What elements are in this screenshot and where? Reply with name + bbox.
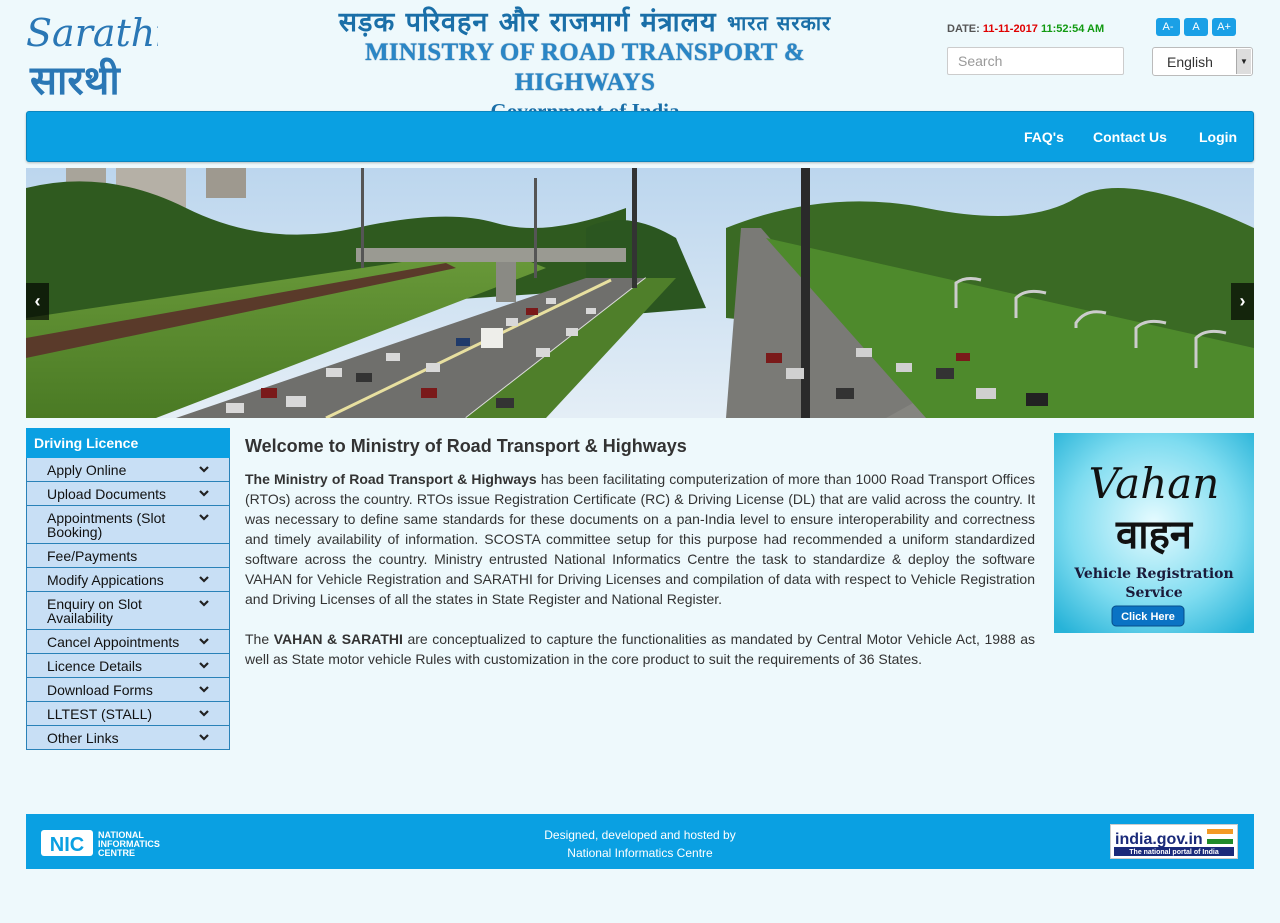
sidebar-item-label: Modify Appications — [47, 572, 164, 588]
sidebar-item[interactable]: LLTEST (STALL) — [26, 702, 230, 726]
nav-contact-us[interactable]: Contact Us — [1093, 129, 1167, 145]
chevron-down-icon — [199, 514, 209, 521]
footer-line-2: National Informatics Centre — [567, 846, 713, 860]
ministry-title-block: सड़क परिवहन और राजमार्ग मंत्रालय भारत सर… — [300, 7, 870, 124]
sidebar-item[interactable]: Licence Details — [26, 654, 230, 678]
search-input[interactable] — [947, 47, 1124, 75]
sidebar-item-label: Cancel Appointments — [47, 634, 180, 650]
svg-text:The national portal of India: The national portal of India — [1129, 849, 1219, 856]
footer: NIC NATIONAL INFORMATICS CENTRE Designed… — [26, 814, 1254, 869]
intro-bold: The Ministry of Road Transport & Highway… — [245, 471, 537, 487]
sidebar-item-label: LLTEST (STALL) — [47, 706, 153, 722]
intro-text: has been facilitating computerization of… — [245, 471, 1036, 607]
vahan-banner[interactable]: Vahan वाहन Vehicle Registration Service … — [1054, 433, 1254, 633]
sidebar-item[interactable]: Fee/Payments — [26, 544, 230, 568]
date-label: DATE: — [947, 23, 980, 35]
govt-hindi: भारत सरकार — [727, 11, 832, 35]
chevron-down-icon — [199, 686, 209, 693]
logo-text-en: Sarathi — [26, 11, 158, 55]
vahan-title-en: Vahan — [1089, 459, 1220, 508]
chevron-down-icon — [199, 710, 209, 717]
carousel-prev-button[interactable]: ‹ — [26, 283, 49, 320]
vahan-sarathi-bold: VAHAN & SARATHI — [273, 631, 403, 647]
sidebar-item[interactable]: Other Links — [26, 726, 230, 750]
vahan-title-hi: वाहन — [1115, 512, 1194, 558]
sidebar-item[interactable]: Cancel Appointments — [26, 630, 230, 654]
main-navbar: FAQ's Contact Us Login — [26, 111, 1254, 162]
sidebar-item-label: Upload Documents — [47, 486, 167, 502]
india-gov-logo[interactable]: india.gov.in The national portal of Indi… — [1110, 824, 1238, 859]
vahan-subtitle-2: Service — [1125, 585, 1182, 601]
ministry-english-title: MINISTRY OF ROAD TRANSPORT & HIGHWAYS — [364, 39, 806, 96]
sidebar-item-label: Licence Details — [47, 658, 142, 674]
sidebar-item[interactable]: Modify Appications — [26, 568, 230, 592]
page-title: Welcome to Ministry of Road Transport & … — [245, 436, 687, 456]
vahan-sarathi-paragraph: The VAHAN & SARATHI are conceptualized t… — [245, 631, 1035, 667]
chevron-down-icon — [199, 576, 209, 583]
highway-carousel: ‹ › — [26, 168, 1254, 418]
driving-licence-sidebar: Driving Licence Apply Online Upload Docum… — [26, 428, 230, 750]
chevron-down-icon — [199, 490, 209, 497]
time-value: 11:52:54 AM — [1040, 23, 1105, 35]
sidebar-item[interactable]: Apply Online — [26, 458, 230, 482]
font-increase-button[interactable]: A+ — [1212, 18, 1236, 36]
chevron-down-icon — [199, 466, 209, 473]
sidebar-item-label: Enquiry on Slot Availability — [47, 596, 142, 626]
sidebar-item-label: Fee/Payments — [47, 548, 138, 564]
sidebar-heading: Driving Licence — [26, 428, 230, 458]
nav-faq[interactable]: FAQ's — [1024, 129, 1064, 145]
sidebar-item[interactable]: Upload Documents — [26, 482, 230, 506]
logo-text-hi: सारथी — [29, 57, 121, 100]
footer-credit: Designed, developed and hosted by Nation… — [26, 826, 1254, 862]
sidebar-item-label: Appointments (Slot Booking) — [47, 510, 166, 540]
dropdown-arrow-icon: ▼ — [1236, 49, 1251, 74]
date-time: DATE: 11-11-2017 11:52:54 AM — [947, 23, 1104, 35]
ministry-hindi-title: सड़क परिवहन और राजमार्ग मंत्रालय भारत सर… — [338, 7, 832, 38]
chevron-down-icon — [199, 662, 209, 669]
date-value: 11-11-2017 — [982, 23, 1038, 35]
chevron-down-icon — [199, 600, 209, 607]
footer-line-1: Designed, developed and hosted by — [544, 828, 736, 842]
carousel-next-button[interactable]: › — [1231, 283, 1254, 320]
intro-paragraph: The Ministry of Road Transport & Highway… — [245, 469, 1035, 609]
chevron-down-icon — [199, 638, 209, 645]
vahan-subtitle-1: Vehicle Registration — [1073, 566, 1233, 582]
sidebar-item[interactable]: Appointments (Slot Booking) — [26, 506, 230, 544]
vahan-click-here: Click Here — [1121, 611, 1175, 623]
main-content: Welcome to Ministry of Road Transport & … — [245, 436, 1035, 689]
sidebar-item-label: Apply Online — [47, 462, 127, 478]
sidebar-item-label: Other Links — [47, 730, 119, 746]
sidebar-item[interactable]: Enquiry on Slot Availability — [26, 592, 230, 630]
chevron-down-icon — [199, 734, 209, 741]
nav-login[interactable]: Login — [1199, 129, 1237, 145]
language-select[interactable]: English ▼ — [1152, 47, 1253, 76]
font-normal-button[interactable]: A — [1184, 18, 1208, 36]
sidebar-item[interactable]: Download Forms — [26, 678, 230, 702]
font-decrease-button[interactable]: A- — [1156, 18, 1180, 36]
highway-photo — [26, 168, 1254, 418]
svg-text:india.gov.in: india.gov.in — [1115, 831, 1203, 848]
sidebar-item-label: Download Forms — [47, 682, 153, 698]
language-selected: English — [1167, 54, 1213, 70]
sarathi-logo[interactable]: Sarathi सारथी — [26, 8, 167, 104]
